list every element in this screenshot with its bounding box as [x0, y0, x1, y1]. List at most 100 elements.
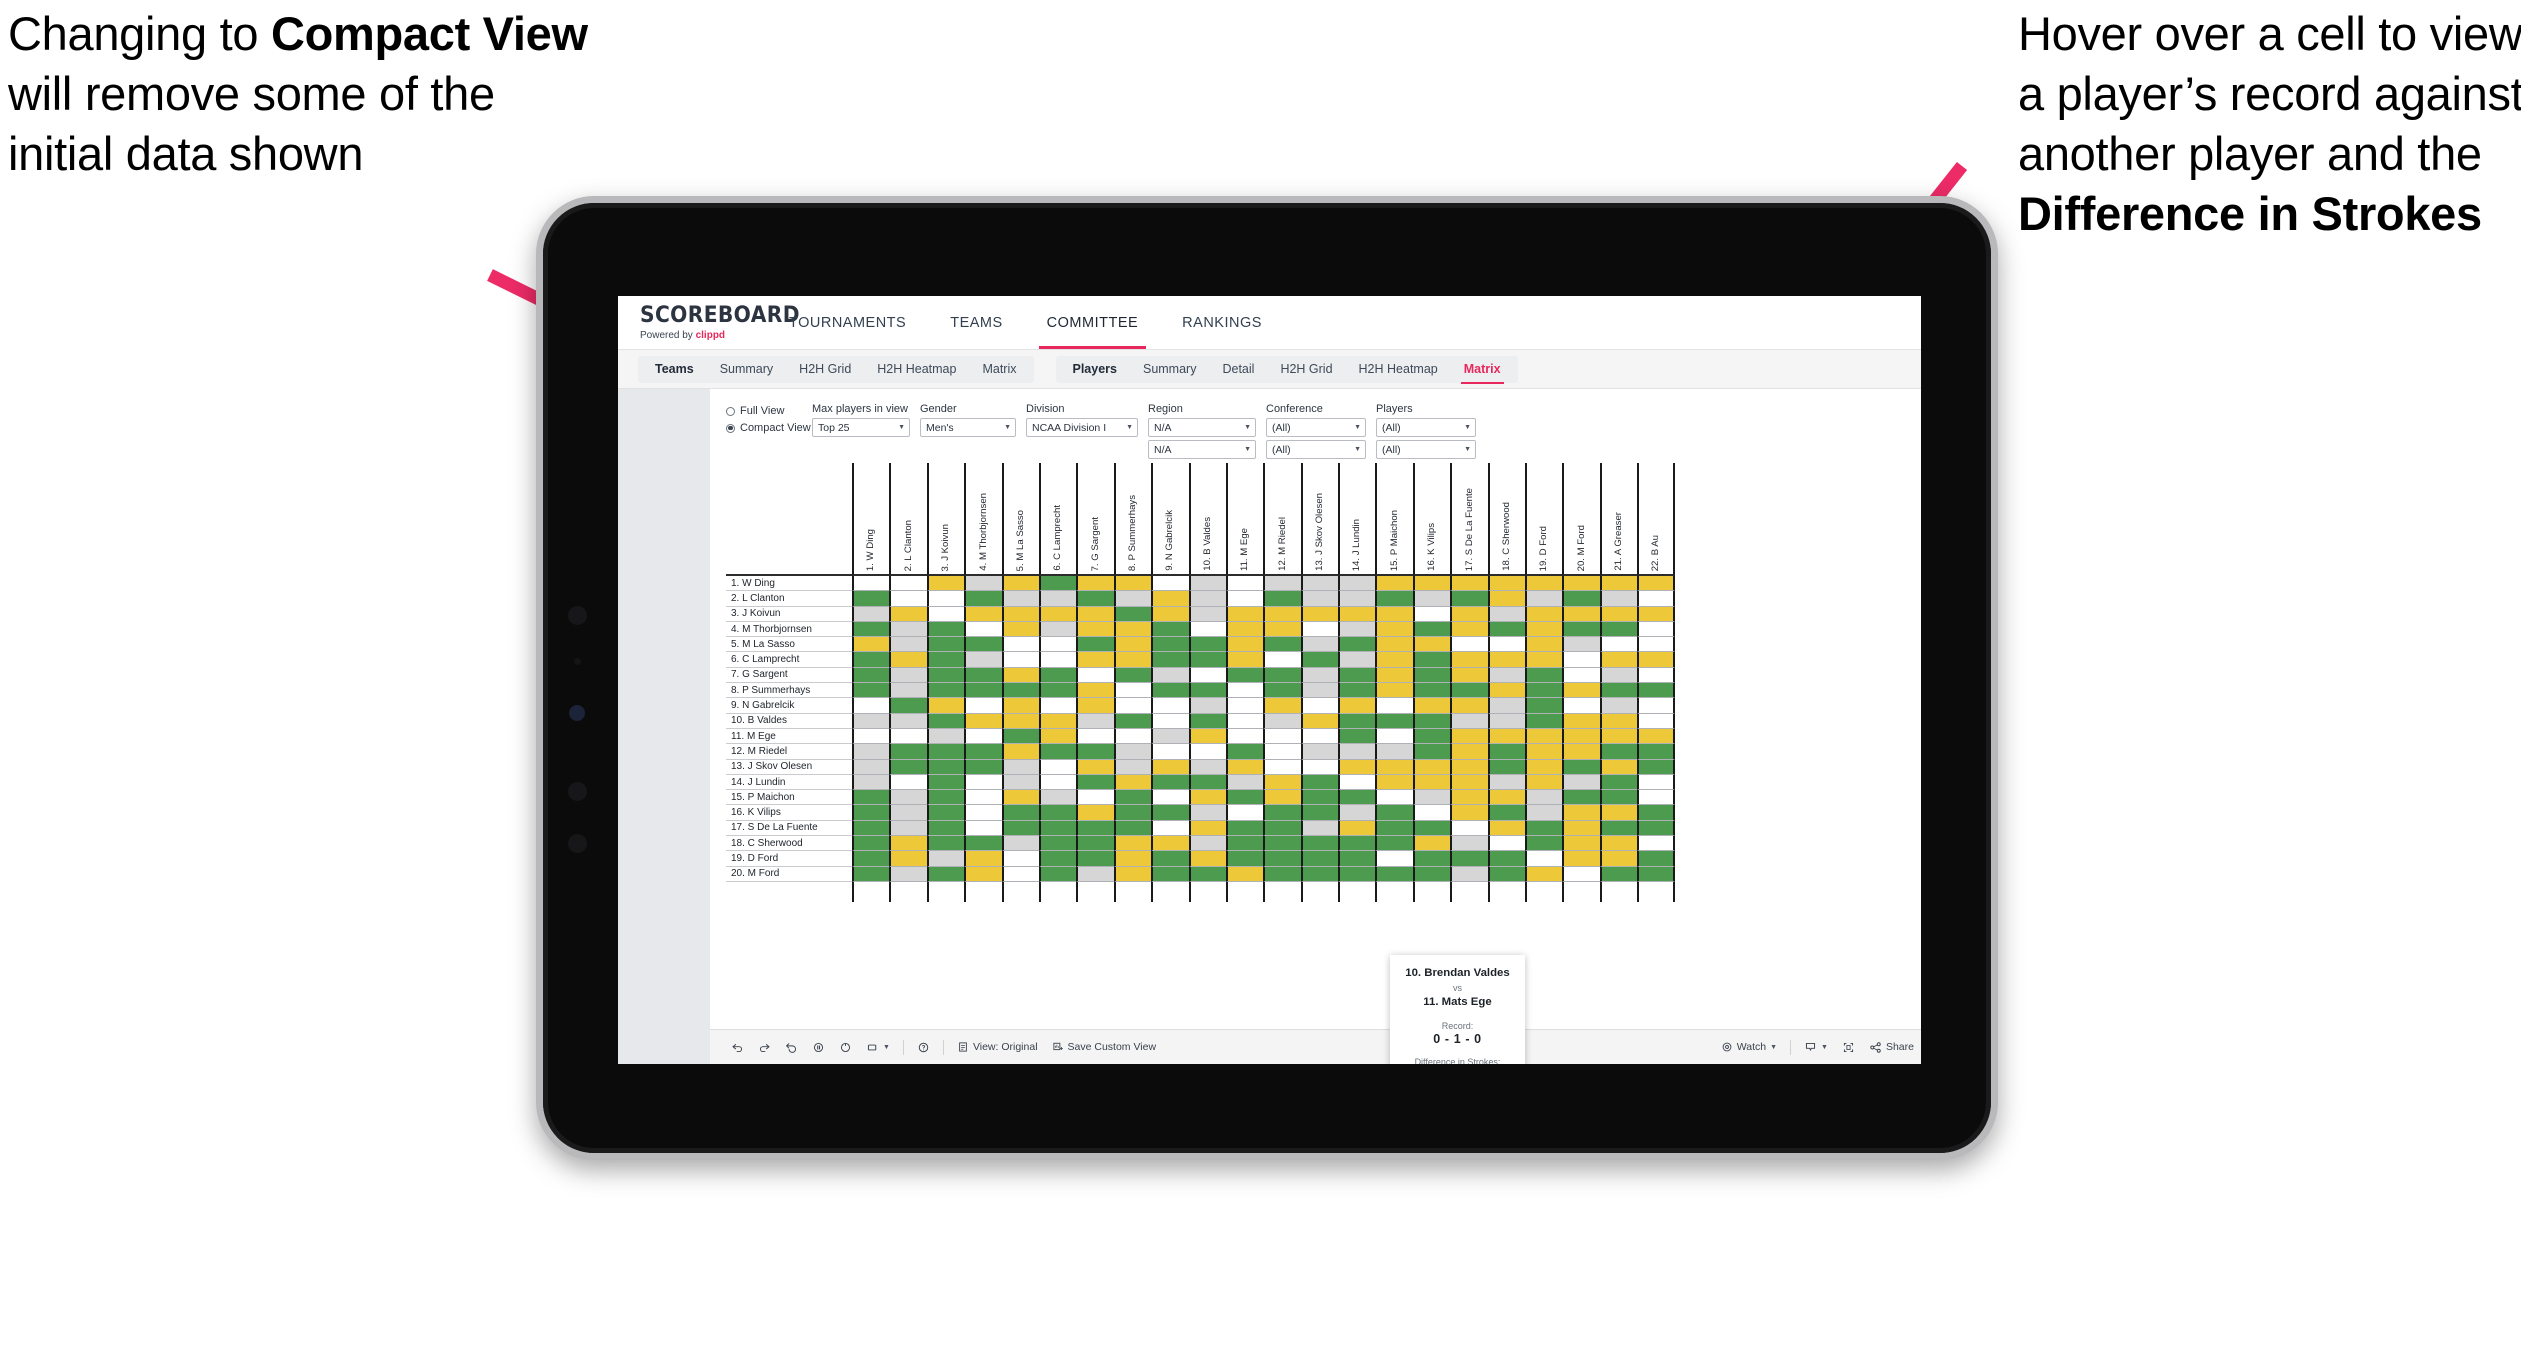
matrix-cell[interactable]	[1300, 637, 1339, 653]
subnav-teams-summary[interactable]: Summary	[707, 356, 786, 383]
matrix-cell[interactable]	[1038, 576, 1077, 592]
matrix-cell[interactable]	[1113, 698, 1152, 714]
matrix-cell[interactable]	[1001, 805, 1039, 821]
matrix-col-header[interactable]: 12. M Riedel	[1263, 463, 1301, 576]
nav-rankings[interactable]: RANKINGS	[1160, 296, 1284, 349]
matrix-cell[interactable]	[1487, 805, 1526, 821]
matrix-cell[interactable]	[1412, 652, 1451, 668]
matrix-cell[interactable]	[926, 576, 965, 592]
matrix-row-label[interactable]: 8. P Summerhays	[726, 683, 852, 699]
matrix-cell[interactable]	[1188, 576, 1226, 592]
matrix-cell[interactable]	[1076, 606, 1114, 622]
matrix-cell[interactable]	[1562, 637, 1600, 653]
matrix-cell[interactable]	[1038, 621, 1077, 638]
matrix-cell[interactable]	[1263, 728, 1301, 745]
matrix-row-label[interactable]: 17. S De La Fuente	[726, 820, 852, 837]
matrix-col-header[interactable]: 13. J Skov Olesen	[1300, 463, 1339, 576]
matrix-cell[interactable]	[1450, 851, 1488, 867]
matrix-cell[interactable]	[1300, 774, 1339, 791]
matrix-cell[interactable]	[1599, 728, 1638, 745]
matrix-cell[interactable]	[964, 820, 1002, 837]
matrix-cell[interactable]	[1525, 576, 1563, 592]
matrix-cell[interactable]	[926, 637, 965, 653]
matrix-cell[interactable]	[1562, 774, 1600, 791]
matrix-cell[interactable]	[1188, 851, 1226, 867]
matrix-cell[interactable]	[1599, 637, 1638, 653]
filter-region-select[interactable]: N/A ▼	[1148, 418, 1256, 437]
matrix-cell[interactable]	[1263, 637, 1301, 653]
matrix-row-label[interactable]: 13. J Skov Olesen	[726, 759, 852, 775]
matrix-cell[interactable]	[1562, 851, 1600, 867]
matrix-cell[interactable]	[1525, 667, 1563, 684]
matrix-cell[interactable]	[926, 836, 965, 852]
matrix-col-header[interactable]: 18. C Sherwood	[1487, 463, 1526, 576]
matrix-cell[interactable]	[1412, 606, 1451, 622]
matrix-cell[interactable]	[1562, 728, 1600, 745]
matrix-cell[interactable]	[1001, 836, 1039, 852]
matrix-cell[interactable]	[926, 759, 965, 775]
matrix-row-label[interactable]: 3. J Koivun	[726, 606, 852, 622]
matrix-cell[interactable]	[1151, 790, 1189, 806]
matrix-cell[interactable]	[1525, 683, 1563, 699]
matrix-cell[interactable]	[1076, 713, 1114, 729]
matrix-cell[interactable]	[1001, 667, 1039, 684]
matrix-cell[interactable]	[1151, 576, 1189, 592]
matrix-cell[interactable]	[1338, 652, 1376, 668]
matrix-cell[interactable]	[1599, 866, 1638, 882]
matrix-cell[interactable]	[889, 713, 927, 729]
matrix-cell[interactable]	[1487, 866, 1526, 882]
matrix-cell[interactable]	[1300, 652, 1339, 668]
matrix-cell[interactable]	[1637, 576, 1675, 592]
matrix-cell[interactable]	[1562, 759, 1600, 775]
matrix-cell[interactable]	[852, 728, 890, 745]
matrix-cell[interactable]	[1038, 591, 1077, 607]
matrix-cell[interactable]	[1263, 851, 1301, 867]
subnav-teams-matrix[interactable]: Matrix	[969, 356, 1029, 383]
matrix-cell[interactable]	[1188, 759, 1226, 775]
matrix-cell[interactable]	[1599, 790, 1638, 806]
matrix-cell[interactable]	[852, 637, 890, 653]
matrix-cell[interactable]	[1637, 606, 1675, 622]
matrix-cell[interactable]	[1562, 866, 1600, 882]
matrix-cell[interactable]	[1076, 652, 1114, 668]
matrix-cell[interactable]	[1637, 637, 1675, 653]
subnav-players-h2h-heatmap[interactable]: H2H Heatmap	[1346, 356, 1451, 383]
matrix-cell[interactable]	[1188, 621, 1226, 638]
matrix-cell[interactable]	[852, 667, 890, 684]
matrix-cell[interactable]	[1151, 820, 1189, 837]
matrix-cell[interactable]	[852, 698, 890, 714]
save-custom-view-button[interactable]: Save Custom View	[1045, 1041, 1164, 1053]
matrix-cell[interactable]	[926, 805, 965, 821]
matrix-row-label[interactable]: 7. G Sargent	[726, 667, 852, 684]
matrix-cell[interactable]	[889, 576, 927, 592]
matrix-cell[interactable]	[1300, 851, 1339, 867]
matrix-cell[interactable]	[1151, 836, 1189, 852]
matrix-cell[interactable]	[1113, 637, 1152, 653]
matrix-cell[interactable]	[1076, 576, 1114, 592]
matrix-cell[interactable]	[1412, 576, 1451, 592]
matrix-cell[interactable]	[964, 744, 1002, 760]
matrix-cell[interactable]	[1151, 591, 1189, 607]
matrix-cell[interactable]	[1151, 728, 1189, 745]
matrix-cell[interactable]	[926, 683, 965, 699]
matrix-cell[interactable]	[1375, 698, 1413, 714]
matrix-cell[interactable]	[1076, 866, 1114, 882]
matrix-cell[interactable]	[1637, 652, 1675, 668]
nav-committee[interactable]: COMMITTEE	[1025, 296, 1161, 349]
matrix-cell[interactable]	[1487, 637, 1526, 653]
matrix-cell[interactable]	[889, 820, 927, 837]
view-original-button[interactable]: View: Original	[950, 1041, 1045, 1053]
nav-tournaments[interactable]: TOURNAMENTS	[767, 296, 928, 349]
matrix-cell[interactable]	[926, 774, 965, 791]
fullscreen-button[interactable]	[1835, 1041, 1862, 1054]
matrix-cell[interactable]	[1263, 576, 1301, 592]
matrix-cell[interactable]	[1487, 698, 1526, 714]
matrix-cell[interactable]	[1188, 774, 1226, 791]
matrix-cell[interactable]	[964, 805, 1002, 821]
matrix-cell[interactable]	[1450, 652, 1488, 668]
matrix-cell[interactable]	[1038, 698, 1077, 714]
matrix-cell[interactable]	[1225, 683, 1264, 699]
matrix-cell[interactable]	[1300, 667, 1339, 684]
matrix-cell[interactable]	[1001, 774, 1039, 791]
matrix-cell[interactable]	[1375, 851, 1413, 867]
